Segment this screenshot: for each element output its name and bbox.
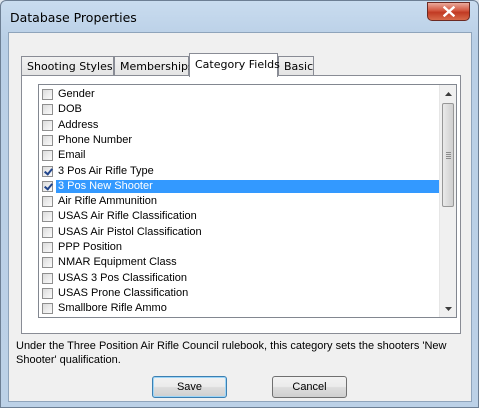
scroll-down-button[interactable] xyxy=(440,300,456,317)
list-item[interactable]: USAS Air Pistol Classification xyxy=(41,226,439,239)
tab-shooting-styles[interactable]: Shooting Styles xyxy=(21,56,114,76)
tab-memberships[interactable]: Memberships xyxy=(114,56,194,76)
field-label: PPP Position xyxy=(58,241,123,253)
list-item[interactable]: 3 Pos New Shooter xyxy=(41,179,439,193)
field-checkbox[interactable] xyxy=(42,119,53,131)
field-checkbox[interactable] xyxy=(42,211,53,223)
field-label: USAS Air Pistol Classification xyxy=(58,225,202,238)
list-item[interactable]: DOB xyxy=(41,103,439,116)
cancel-button[interactable]: Cancel xyxy=(272,376,347,398)
list-item[interactable]: USAS Prone Classification xyxy=(41,287,439,300)
field-checkbox[interactable] xyxy=(42,303,53,315)
tab-label: Shooting Styles xyxy=(27,60,113,73)
field-checkbox[interactable] xyxy=(42,165,53,177)
window-title: Database Properties xyxy=(10,10,137,25)
category-fields-list[interactable]: Gender DOB Address Phone Number Email 3 Pos A… xyxy=(38,84,457,318)
tab-strip: Shooting Styles Memberships Category Fie… xyxy=(21,53,461,77)
field-label: USAS 3 Pos Classification xyxy=(58,271,187,284)
field-checkbox[interactable] xyxy=(42,89,53,100)
field-label: NMAR Equipment Class xyxy=(58,256,177,269)
tab-label: Memberships xyxy=(120,60,194,73)
vertical-scrollbar[interactable] xyxy=(439,85,456,317)
arrow-down-icon xyxy=(444,306,452,311)
field-label: 3 Pos Air Rifle Type xyxy=(58,164,154,177)
list-item[interactable]: Phone Number xyxy=(41,134,439,147)
field-label: USAS Air Rifle Classification xyxy=(58,210,197,223)
field-label: USAS Prone Classification xyxy=(58,286,189,299)
field-checkbox[interactable] xyxy=(42,150,53,162)
field-checkbox[interactable] xyxy=(42,180,53,192)
list-item[interactable]: PPP Position xyxy=(41,241,439,254)
tab-category-fields[interactable]: Category Fields xyxy=(189,53,280,77)
title-bar[interactable]: Database Properties xyxy=(1,1,478,33)
list-item[interactable]: NMAR Equipment Class xyxy=(41,256,439,269)
field-label: Phone Number xyxy=(58,133,132,146)
list-item[interactable]: Air Rifle Ammunition xyxy=(41,195,439,208)
scroll-up-button[interactable] xyxy=(440,85,456,102)
field-checkbox[interactable] xyxy=(42,196,53,208)
field-label: Air Rifle Ammunition xyxy=(58,195,158,208)
field-description: Under the Three Position Air Rifle Counc… xyxy=(16,340,447,366)
field-checkbox[interactable] xyxy=(42,257,53,269)
field-checkbox[interactable] xyxy=(42,226,53,238)
field-checkbox[interactable] xyxy=(42,134,53,146)
field-label: Smallbore Rifle Ammo xyxy=(58,302,167,315)
list-item[interactable]: Smallbore Rifle Ammo xyxy=(41,302,439,315)
field-label: Address xyxy=(58,118,99,131)
tab-label: Category Fields xyxy=(195,58,280,71)
category-fields-panel: Gender DOB Address Phone Number Email 3 Pos A… xyxy=(21,75,461,334)
save-button[interactable]: Save xyxy=(152,376,227,398)
field-checkbox[interactable] xyxy=(42,287,53,299)
list-item[interactable]: Email xyxy=(41,149,439,162)
list-item[interactable]: Gender xyxy=(41,88,439,101)
tab-basic[interactable]: Basic xyxy=(278,56,314,76)
field-label: Email xyxy=(58,149,86,162)
field-checkbox[interactable] xyxy=(42,272,53,284)
field-checkbox[interactable] xyxy=(42,242,53,253)
scroll-thumb[interactable] xyxy=(442,103,454,207)
dialog-client-area: Shooting Styles Memberships Category Fie… xyxy=(8,32,472,402)
list-item[interactable]: Address xyxy=(41,119,439,132)
list-item[interactable]: USAS Air Rifle Classification xyxy=(41,210,439,223)
close-button[interactable] xyxy=(427,2,470,21)
close-icon xyxy=(442,6,455,17)
field-label: DOB xyxy=(58,103,82,116)
list-item[interactable]: USAS 3 Pos Classification xyxy=(41,272,439,285)
field-label: 3 Pos New Shooter xyxy=(56,179,439,193)
tab-label: Basic xyxy=(284,60,314,73)
grip-icon xyxy=(446,152,451,160)
list-item[interactable]: 3 Pos Air Rifle Type xyxy=(41,165,439,178)
field-checkbox[interactable] xyxy=(42,104,53,116)
dialog-window: Database Properties Shooting Styles Memb… xyxy=(0,0,479,408)
field-label: Gender xyxy=(58,88,95,100)
arrow-up-icon xyxy=(444,91,452,96)
